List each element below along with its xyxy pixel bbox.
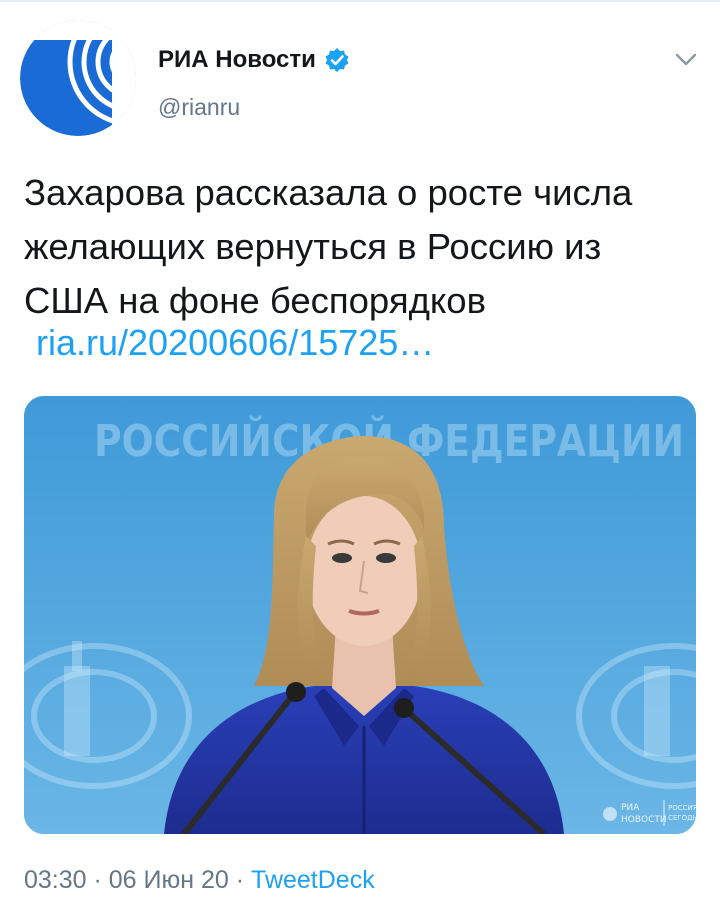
account-handle[interactable]: @rianru [158, 94, 240, 121]
svg-text:СЕГОДНЯ: СЕГОДНЯ [668, 814, 696, 822]
meta-separator: · [86, 866, 109, 894]
tweet-text-line: желающих вернуться в Россию из [24, 226, 602, 267]
chevron-down-icon[interactable] [672, 46, 700, 74]
display-name[interactable]: РИА Новости [158, 46, 316, 74]
meta-separator: · [228, 866, 252, 894]
tweet-source[interactable]: TweetDeck [251, 866, 375, 894]
tweet-text: Захарова рассказала о росте числа желающ… [24, 166, 704, 328]
ria-logo-icon[interactable] [20, 20, 136, 136]
account-name-row[interactable]: РИА Новости [158, 44, 350, 76]
top-divider [0, 0, 720, 2]
tweet-date[interactable]: 06 Июн 20 [109, 866, 229, 894]
tweet-link[interactable]: ria.ru/20200606/15725… [36, 318, 434, 368]
verified-badge-icon [324, 47, 350, 73]
svg-text:РИА: РИА [621, 803, 640, 813]
tweet-time[interactable]: 03:30 [24, 866, 87, 894]
tweet-meta: 03:30 · 06 Июн 20 · TweetDeck [24, 866, 375, 895]
svg-text:РОССИЯ: РОССИЯ [668, 804, 696, 812]
tweet-photo[interactable]: РОССИЙСКОЙ ФЕДЕРАЦИИ [24, 396, 696, 834]
svg-text:НОВОСТИ: НОВОСТИ [621, 815, 667, 825]
tweet-text-line: Захарова рассказала о росте числа [24, 172, 633, 213]
